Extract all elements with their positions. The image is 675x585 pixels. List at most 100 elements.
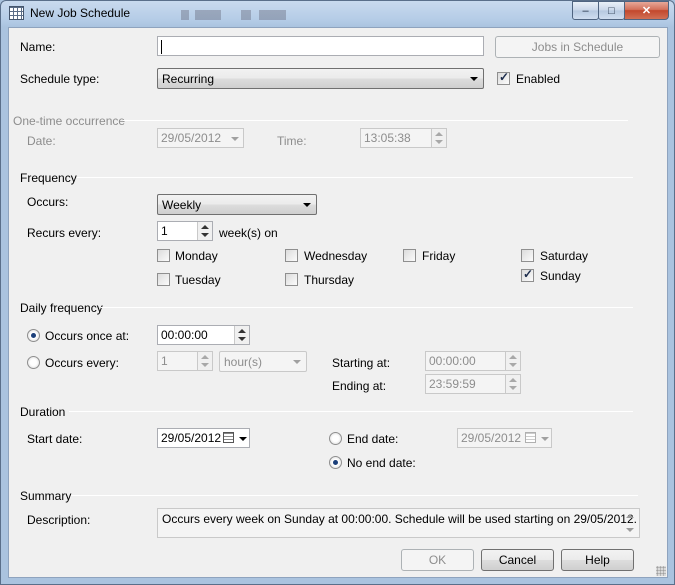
section-divider xyxy=(71,495,638,496)
jobs-in-schedule-button[interactable]: Jobs in Schedule xyxy=(495,36,660,58)
occurs-every-unit-select[interactable]: hour(s) xyxy=(219,351,307,372)
start-date-picker[interactable]: 29/05/2012 xyxy=(157,428,250,448)
occurs-once-radio[interactable] xyxy=(27,329,40,342)
spin-up-icon xyxy=(238,329,246,333)
no-end-date-radio[interactable] xyxy=(329,456,342,469)
friday-checkbox[interactable] xyxy=(403,249,416,262)
friday-label: Friday xyxy=(422,249,456,263)
occurs-every-label: Occurs every: xyxy=(45,356,120,370)
enabled-checkbox[interactable] xyxy=(497,70,510,85)
spin-down-icon xyxy=(238,337,246,341)
dropdown-button[interactable] xyxy=(235,429,249,447)
spin-buttons[interactable] xyxy=(197,352,212,370)
start-date-label: Start date: xyxy=(27,432,83,446)
spin-buttons[interactable] xyxy=(505,352,520,370)
help-button[interactable]: Help xyxy=(561,549,634,571)
section-frequency: Frequency xyxy=(20,171,77,185)
dropdown-button[interactable] xyxy=(537,429,551,447)
occurs-once-time-spinner[interactable]: 00:00:00 xyxy=(157,325,250,345)
occurs-every-spinner[interactable]: 1 xyxy=(157,351,213,371)
one-time-date-value: 29/05/2012 xyxy=(161,131,222,145)
schedule-type-select[interactable]: Recurring xyxy=(157,68,484,89)
occurs-every-unit-value: hour(s) xyxy=(224,355,263,369)
spin-down-icon xyxy=(201,233,209,237)
end-date-radio[interactable] xyxy=(329,432,342,445)
no-end-date-label: No end date: xyxy=(347,456,416,470)
maximize-button[interactable]: □ xyxy=(598,1,625,20)
sunday-checkbox[interactable] xyxy=(521,267,534,282)
spin-down-icon xyxy=(509,363,517,367)
chevron-down-icon xyxy=(303,203,311,207)
spin-up-icon xyxy=(201,355,209,359)
end-date-label: End date: xyxy=(347,432,399,446)
background-toolbar-ghost xyxy=(181,10,311,20)
occurs-once-label: Occurs once at: xyxy=(45,329,130,343)
chevron-down-icon xyxy=(239,437,247,441)
ending-at-spinner[interactable]: 23:59:59 xyxy=(425,374,521,394)
section-divider xyxy=(123,120,628,121)
tuesday-label: Tuesday xyxy=(175,273,221,287)
ok-button[interactable]: OK xyxy=(401,549,474,571)
dialog-client-area: Name: Jobs in Schedule Schedule type: Re… xyxy=(8,27,668,578)
recurs-unit-label: week(s) on xyxy=(219,226,278,240)
sunday-label: Sunday xyxy=(540,269,581,283)
close-button[interactable]: ✕ xyxy=(624,1,669,20)
minimize-button[interactable]: ‒ xyxy=(572,1,599,20)
saturday-checkbox[interactable] xyxy=(521,249,534,262)
spin-down-icon xyxy=(201,363,209,367)
name-input[interactable] xyxy=(157,36,484,56)
title-bar[interactable]: New Job Schedule ‒ □ ✕ xyxy=(1,1,674,27)
ending-at-label: Ending at: xyxy=(332,379,387,393)
thursday-checkbox[interactable] xyxy=(285,273,298,286)
section-summary: Summary xyxy=(20,489,72,503)
spin-buttons[interactable] xyxy=(505,375,520,393)
caption-buttons: ‒ □ ✕ xyxy=(572,1,669,20)
one-time-date-picker[interactable]: 29/05/2012 xyxy=(157,128,244,148)
one-time-time-spinner[interactable]: 13:05:38 xyxy=(360,128,447,148)
ending-at-value: 23:59:59 xyxy=(429,377,476,391)
starting-at-value: 00:00:00 xyxy=(429,354,476,368)
occurs-every-radio[interactable] xyxy=(27,356,40,369)
text-caret xyxy=(161,39,162,54)
end-date-picker[interactable]: 29/05/2012 xyxy=(457,428,552,448)
chevron-down-icon xyxy=(541,437,549,441)
starting-at-spinner[interactable]: 00:00:00 xyxy=(425,351,521,371)
spin-down-icon xyxy=(435,140,443,144)
recurs-every-spinner[interactable]: 1 xyxy=(157,221,213,241)
spin-up-icon xyxy=(435,132,443,136)
wednesday-checkbox[interactable] xyxy=(285,249,298,262)
tuesday-checkbox[interactable] xyxy=(157,273,170,286)
monday-checkbox[interactable] xyxy=(157,249,170,262)
description-textarea[interactable]: Occurs every week on Sunday at 00:00:00.… xyxy=(157,508,640,538)
one-time-time-value: 13:05:38 xyxy=(364,131,411,145)
resize-grip-icon[interactable] xyxy=(656,566,666,576)
section-divider xyxy=(77,177,633,178)
section-duration: Duration xyxy=(20,405,66,419)
window-title: New Job Schedule xyxy=(30,6,131,20)
spin-up-icon xyxy=(201,225,209,229)
occurs-label: Occurs: xyxy=(27,195,69,209)
cancel-button[interactable]: Cancel xyxy=(481,549,554,571)
recurs-every-label: Recurs every: xyxy=(27,226,102,240)
scroll-up-icon xyxy=(626,514,634,518)
spin-buttons[interactable] xyxy=(197,222,212,240)
date-label: Date: xyxy=(27,134,56,148)
spin-up-icon xyxy=(509,355,517,359)
section-divider xyxy=(69,411,633,412)
calendar-grid-icon xyxy=(9,6,24,20)
scroll-down-icon xyxy=(626,528,634,532)
occurs-select[interactable]: Weekly xyxy=(157,194,317,215)
chevron-down-icon xyxy=(470,77,478,81)
description-label: Description: xyxy=(27,513,91,527)
spin-buttons[interactable] xyxy=(431,129,446,147)
starting-at-label: Starting at: xyxy=(332,356,391,370)
chevron-down-icon xyxy=(293,360,301,364)
monday-label: Monday xyxy=(175,249,218,263)
vertical-scrollbar[interactable] xyxy=(622,509,639,537)
spin-up-icon xyxy=(509,378,517,382)
occurs-value: Weekly xyxy=(162,198,202,212)
schedule-type-label: Schedule type: xyxy=(20,72,100,86)
occurs-every-value: 1 xyxy=(161,354,168,368)
thursday-label: Thursday xyxy=(304,273,355,287)
spin-buttons[interactable] xyxy=(234,326,249,344)
